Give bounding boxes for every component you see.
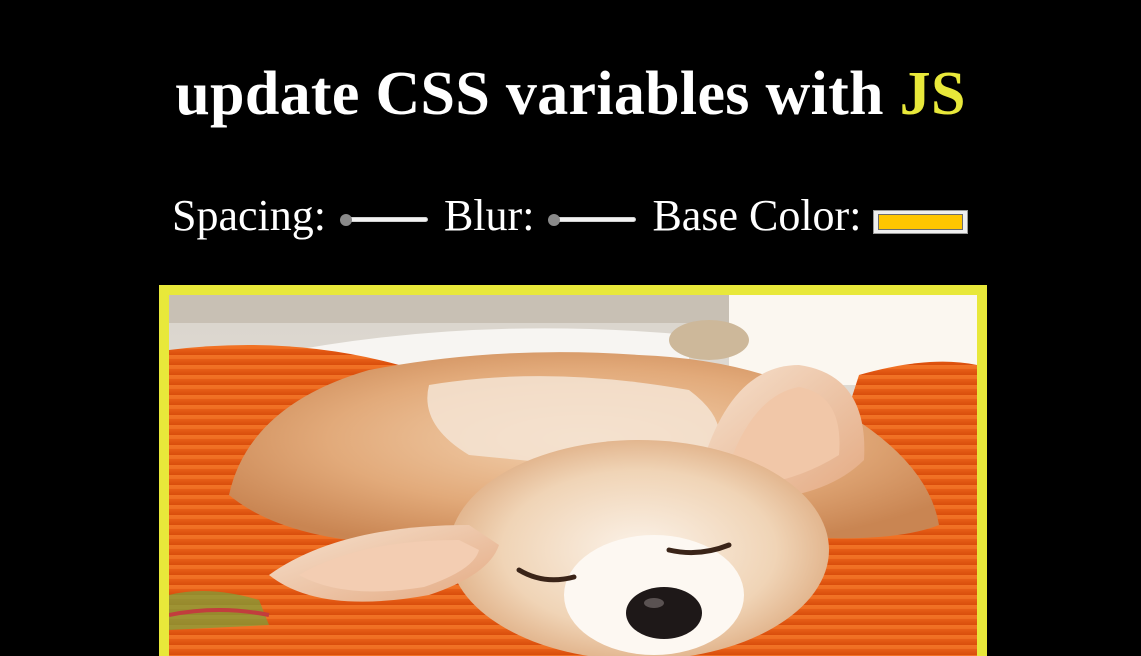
image-frame [159,285,987,656]
controls-bar: Spacing: Blur: Base Color: [172,190,969,242]
spacing-label: Spacing: [172,191,326,240]
page-title: update CSS variables with JS [0,58,1141,130]
title-highlight: JS [899,60,966,128]
blur-slider-thumb[interactable] [548,214,561,226]
sleeping-corgi-illustration [169,295,977,656]
blur-label: Blur: [443,191,535,240]
corgi-photo [169,295,977,656]
blur-slider-track[interactable] [554,217,637,222]
base-color-label: Base Color: [652,191,862,240]
blur-slider[interactable] [548,212,637,228]
title-text: update CSS variables with [175,60,884,128]
spacing-slider[interactable] [339,212,428,228]
spacing-slider-thumb[interactable] [339,214,352,226]
base-color-swatch-fill [878,214,964,230]
spacing-slider-track[interactable] [345,217,428,222]
base-color-picker[interactable] [873,210,969,234]
